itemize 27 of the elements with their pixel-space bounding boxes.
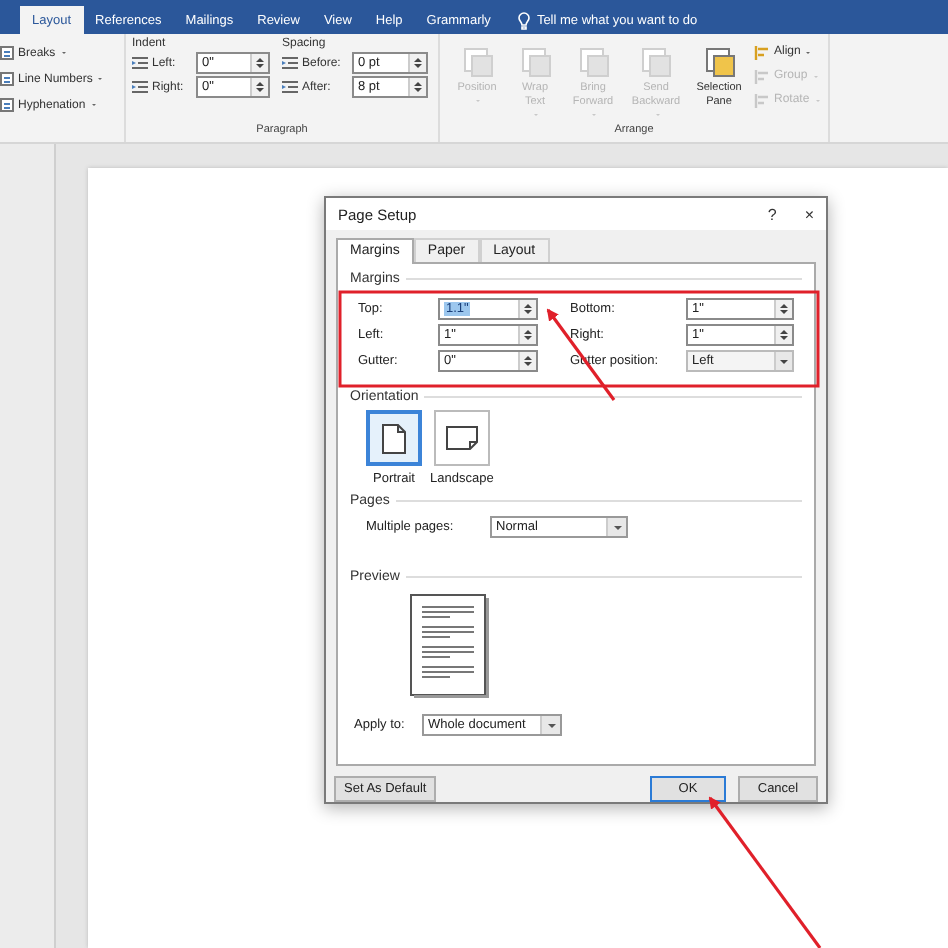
lightbulb-icon <box>518 11 531 29</box>
indent-icon <box>282 80 298 94</box>
arrange-icon <box>577 46 609 78</box>
spin-buttons[interactable] <box>408 54 426 72</box>
spin-buttons[interactable] <box>250 54 268 72</box>
close-button[interactable]: × <box>804 205 814 223</box>
arrange-icon <box>640 46 672 78</box>
spin-buttons[interactable] <box>774 300 792 318</box>
spin-buttons[interactable] <box>518 352 536 370</box>
landscape-page-icon <box>445 426 478 450</box>
indent-icon <box>132 56 148 70</box>
page-preview-drawing <box>410 594 489 698</box>
align-icon <box>754 69 770 83</box>
spin-buttons[interactable] <box>518 326 536 344</box>
spin-buttons[interactable] <box>250 78 268 96</box>
portrait-page-icon <box>382 423 406 453</box>
arrange-icon <box>519 46 551 78</box>
spin-buttons[interactable] <box>774 326 792 344</box>
help-button[interactable]: ? <box>767 205 777 223</box>
spin-buttons[interactable] <box>408 78 426 96</box>
align-icon <box>754 93 770 107</box>
align-icon <box>754 45 770 59</box>
arrange-icon <box>703 46 735 78</box>
indent-icon <box>132 80 148 94</box>
spin-buttons[interactable] <box>518 300 536 318</box>
indent-icon <box>282 56 298 70</box>
arrange-icon <box>461 46 493 78</box>
